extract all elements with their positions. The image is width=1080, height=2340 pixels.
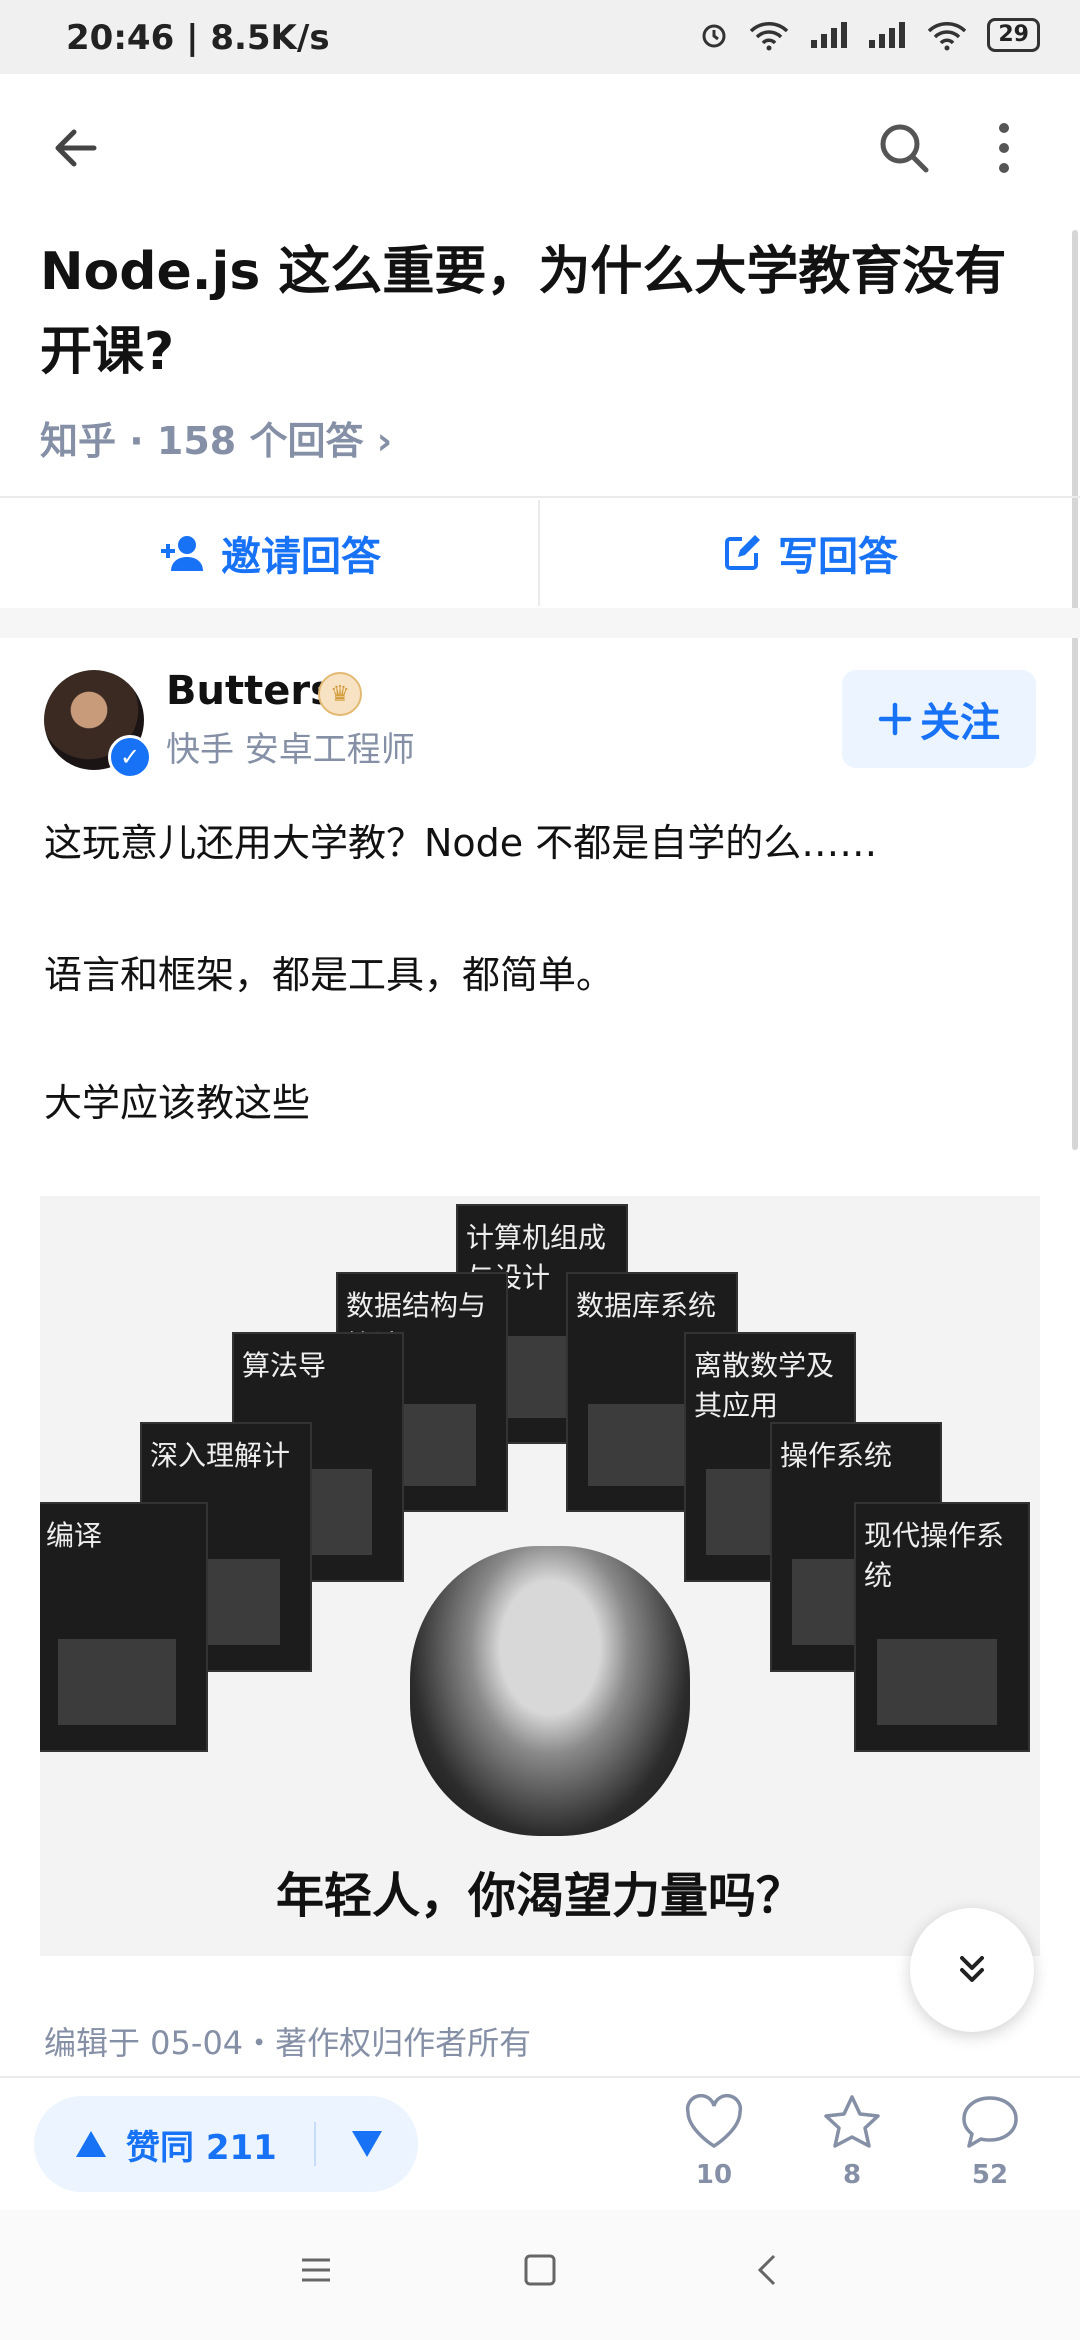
triangle-up-icon: [76, 2131, 106, 2157]
status-time: 20:46 | 8.5K/s: [66, 18, 330, 58]
square-icon: [524, 2254, 556, 2286]
like-button[interactable]: 10: [654, 2093, 774, 2190]
question-title[interactable]: Node.js 这么重要，为什么大学教育没有开课?: [40, 232, 1040, 392]
signal-icon: [811, 22, 848, 48]
question-actions: 邀请回答 写回答: [0, 498, 1080, 608]
recents-button[interactable]: [292, 2246, 340, 2298]
invite-answer-label: 邀请回答: [221, 534, 381, 580]
comment-button[interactable]: 52: [930, 2094, 1050, 2190]
vote-control: 赞同 211: [34, 2096, 418, 2192]
book-title: 编译: [46, 1519, 103, 1552]
write-answer-button[interactable]: 写回答: [540, 498, 1080, 608]
question-meta-link[interactable]: 知乎 · 158 个回答 ›: [40, 410, 392, 465]
signal-icon-2: [869, 22, 906, 48]
battery-indicator: 29: [987, 18, 1040, 52]
author-description: 快手 安卓工程师: [166, 730, 415, 770]
like-count: 10: [695, 2160, 733, 2190]
edit-icon: [725, 535, 760, 570]
book-title: 操作系统: [780, 1439, 893, 1472]
upvote-label: 赞同 211: [126, 2127, 277, 2168]
arrow-left-icon: [55, 129, 97, 167]
author-name[interactable]: Butters: [166, 668, 334, 714]
section-gap: [0, 608, 1080, 638]
home-button[interactable]: [516, 2246, 564, 2298]
book-title: 离散数学及其应用: [694, 1349, 835, 1422]
more-button[interactable]: [974, 108, 1034, 188]
portrait-photo: [410, 1546, 690, 1836]
scrollbar[interactable]: [1072, 230, 1078, 1150]
comment-icon: [962, 2096, 1018, 2148]
favorite-count: 8: [842, 2160, 862, 2190]
scroll-down-button[interactable]: [910, 1908, 1034, 2032]
answer-paragraph: 语言和框架，都是工具，都简单。: [44, 953, 615, 997]
answer-paragraph: 这玩意儿还用大学教？Node 不都是自学的么……: [44, 821, 878, 865]
book-title: 现代操作系统: [864, 1519, 1005, 1592]
triangle-down-icon: [352, 2131, 382, 2157]
downvote-button[interactable]: [316, 2129, 418, 2159]
status-icons: 29: [699, 18, 1040, 52]
upvote-button[interactable]: 赞同 211: [34, 2120, 314, 2169]
wifi-icon: [750, 22, 789, 51]
alarm-icon: [702, 24, 726, 48]
write-answer-label: 写回答: [778, 534, 898, 580]
heart-icon: [685, 2093, 743, 2149]
favorite-button[interactable]: 8: [792, 2094, 912, 2190]
plus-icon: [878, 702, 912, 736]
book-cover: 编译: [40, 1502, 208, 1752]
book-title: 数据库系统: [576, 1289, 717, 1322]
follow-button[interactable]: 关注: [842, 670, 1036, 768]
comment-count: 52: [971, 2160, 1009, 2190]
verified-badge-icon: ✓: [108, 735, 152, 779]
book-title: 算法导: [242, 1349, 327, 1382]
search-button[interactable]: [864, 108, 944, 188]
status-bar: 20:46 | 8.5K/s 29: [0, 0, 1080, 74]
book-title: 深入理解计: [150, 1439, 291, 1472]
star-icon: [824, 2095, 880, 2148]
answer-paragraph: 大学应该教这些: [44, 1081, 311, 1125]
wifi-icon-2: [928, 22, 967, 51]
system-nav-bar: [0, 2210, 1080, 2340]
top-bar: [0, 74, 1080, 224]
crown-badge-icon: ♛: [318, 672, 362, 716]
edited-info: 编辑于 05-04・著作权归作者所有: [44, 2024, 532, 2062]
image-caption: 年轻人，你渴望力量吗？: [275, 1868, 804, 1924]
book-cover: 现代操作系统: [854, 1502, 1030, 1752]
actions-separator: [538, 500, 540, 606]
follow-label: 关注: [920, 700, 1000, 746]
invite-answer-button[interactable]: 邀请回答: [0, 498, 540, 608]
search-icon: [880, 124, 929, 173]
answer-image[interactable]: 计算机组成与设计 数据结构与算法 数据库系统 算法导 离散数学及其应用 深入理解…: [40, 1196, 1040, 1956]
back-button[interactable]: [36, 108, 116, 188]
chevron-left-icon: [757, 2254, 776, 2286]
back-nav-button[interactable]: [744, 2246, 792, 2298]
double-chevron-down-icon: [960, 1956, 984, 1982]
menu-lines-icon: [302, 2258, 330, 2282]
more-vertical-icon: [999, 123, 1009, 173]
add-user-icon: [161, 536, 203, 571]
